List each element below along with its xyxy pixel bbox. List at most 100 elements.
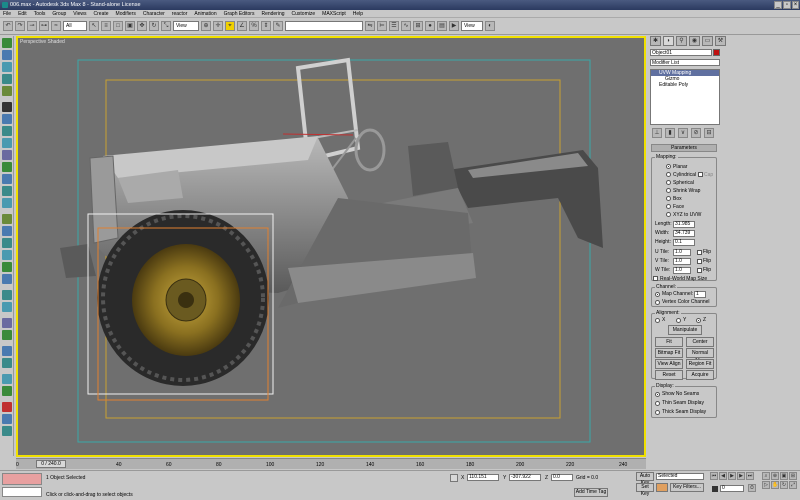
unlink-icon[interactable]: ⊶ [39, 21, 49, 31]
w-tile-spinner[interactable]: 1.0 [673, 267, 691, 274]
align-icon[interactable]: ⊨ [377, 21, 387, 31]
maximize-viewport-icon[interactable]: ⤢ [789, 481, 797, 489]
modifier-twist-icon[interactable] [2, 274, 12, 284]
utilities-tab-icon[interactable]: ⚒ [715, 36, 726, 46]
align-x-radio[interactable] [655, 318, 660, 323]
create-helper-icon[interactable] [2, 126, 12, 136]
patch-grid-icon[interactable] [2, 214, 12, 224]
key-selection-dropdown[interactable]: Selected [656, 473, 704, 480]
menu-character[interactable]: Character [143, 10, 165, 17]
planar-radio[interactable] [666, 164, 671, 169]
maxscript-listener-mini[interactable] [2, 473, 42, 485]
curve-editor-icon[interactable]: ∿ [401, 21, 411, 31]
window-crossing-icon[interactable]: ▣ [125, 21, 135, 31]
create-spacewarp-icon[interactable] [2, 138, 12, 148]
next-frame-icon[interactable]: ▶ [737, 472, 745, 480]
modify-tab-icon[interactable]: ◗ [663, 36, 674, 46]
previous-frame-icon[interactable]: ◀ [719, 472, 727, 480]
uvw-map-icon[interactable] [2, 330, 12, 340]
field-of-view-icon[interactable]: ▷ [762, 481, 770, 489]
vertex-color-channel-radio[interactable] [655, 300, 660, 305]
y-coordinate-field[interactable]: -307.922 [509, 474, 541, 481]
menu-group[interactable]: Group [52, 10, 66, 17]
dynamics-icon[interactable] [2, 238, 12, 248]
create-sphere-icon[interactable] [2, 50, 12, 60]
region-select-icon[interactable]: □ [113, 21, 123, 31]
create-tab-icon[interactable]: ✱ [650, 36, 661, 46]
make-unique-icon[interactable]: ∨ [678, 128, 688, 138]
time-configuration-icon[interactable]: ⏱ [748, 484, 756, 492]
nurbs-icon[interactable] [2, 226, 12, 236]
rigid-body-icon[interactable] [2, 386, 12, 396]
align-y-radio[interactable] [676, 318, 681, 323]
render-icon[interactable] [2, 346, 12, 356]
render-scene-icon[interactable]: ▤ [437, 21, 447, 31]
zoom-all-icon[interactable]: ⊕ [771, 472, 779, 480]
object-color-swatch[interactable] [713, 49, 720, 56]
minimize-button[interactable]: _ [774, 1, 782, 9]
modifier-ffd-icon[interactable] [2, 302, 12, 312]
box-radio[interactable] [666, 196, 671, 201]
menu-maxscript[interactable]: MAXScript [322, 10, 346, 17]
view-align-button[interactable]: View Align [655, 359, 683, 369]
spinner-snap-icon[interactable]: ⇕ [261, 21, 271, 31]
biped-icon[interactable] [2, 402, 12, 412]
show-end-result-icon[interactable]: ▮ [665, 128, 675, 138]
create-text-icon[interactable] [2, 174, 12, 184]
select-object-icon[interactable]: ↖ [89, 21, 99, 31]
modifier-noise-icon[interactable] [2, 290, 12, 300]
modifier-list-dropdown[interactable]: Modifier List [650, 59, 720, 66]
quick-render-icon[interactable]: ▶ [449, 21, 459, 31]
compound-object-icon[interactable] [2, 186, 12, 196]
menu-tools[interactable]: Tools [34, 10, 46, 17]
schematic-view-icon[interactable]: ⊞ [413, 21, 423, 31]
select-rotate-icon[interactable]: ↻ [149, 21, 159, 31]
jeep-model-render[interactable] [18, 38, 644, 455]
skin-icon[interactable] [2, 426, 12, 436]
particle-icon[interactable] [2, 198, 12, 208]
create-shape-icon[interactable] [2, 150, 12, 160]
key-filters-button[interactable]: Key Filters... [670, 483, 704, 492]
face-radio[interactable] [666, 204, 671, 209]
zoom-extents-all-icon[interactable]: ⊞ [789, 472, 797, 480]
named-selection-dropdown[interactable] [285, 21, 363, 31]
center-button[interactable]: Center [686, 337, 714, 347]
cylindrical-radio[interactable] [666, 172, 671, 177]
select-manipulate-icon[interactable]: ✛ [213, 21, 223, 31]
cap-checkbox[interactable] [698, 172, 703, 177]
snap-toggle-icon[interactable]: ⌖ [225, 21, 235, 31]
v-tile-spinner[interactable]: 1.0 [673, 258, 691, 265]
zoom-extents-icon[interactable]: ▣ [780, 472, 788, 480]
reference-coordinate-dropdown[interactable]: View [173, 21, 199, 31]
material-editor-icon[interactable]: ● [425, 21, 435, 31]
redo-icon[interactable]: ↷ [15, 21, 25, 31]
fit-button[interactable]: Fit [655, 337, 683, 347]
create-torus-icon[interactable] [2, 74, 12, 84]
menu-animation[interactable]: Animation [194, 10, 216, 17]
pivot-center-icon[interactable]: ⊕ [201, 21, 211, 31]
reactor-icon[interactable] [2, 374, 12, 384]
set-key-large-icon[interactable] [656, 483, 668, 492]
menu-modifiers[interactable]: Modifiers [116, 10, 136, 17]
maxscript-input-field[interactable] [2, 487, 42, 497]
modifier-taper-icon[interactable] [2, 262, 12, 272]
link-icon[interactable]: ⊸ [27, 21, 37, 31]
menu-reactor[interactable]: reactor [172, 10, 188, 17]
bitmap-fit-button[interactable]: Bitmap Fit [655, 348, 683, 358]
real-world-map-size-checkbox[interactable] [653, 276, 658, 281]
thin-seam-display-radio[interactable] [655, 401, 660, 406]
length-spinner[interactable]: 31.985 [673, 221, 695, 228]
close-button[interactable]: × [792, 1, 799, 9]
layer-manager-icon[interactable]: ☰ [389, 21, 399, 31]
go-to-end-icon[interactable]: ⏭ [746, 472, 754, 480]
modifier-bend-icon[interactable] [2, 250, 12, 260]
edit-named-selections-icon[interactable]: ✎ [273, 21, 283, 31]
create-cylinder-icon[interactable] [2, 62, 12, 72]
go-to-start-icon[interactable]: ⏮ [710, 472, 718, 480]
active-shade-icon[interactable]: ◐ [485, 21, 495, 31]
set-key-button[interactable]: Set Key [636, 483, 654, 497]
thick-seam-display-radio[interactable] [655, 410, 660, 415]
menu-create[interactable]: Create [94, 10, 109, 17]
bones-icon[interactable] [2, 414, 12, 424]
object-name-field[interactable]: Object01 [650, 49, 712, 56]
